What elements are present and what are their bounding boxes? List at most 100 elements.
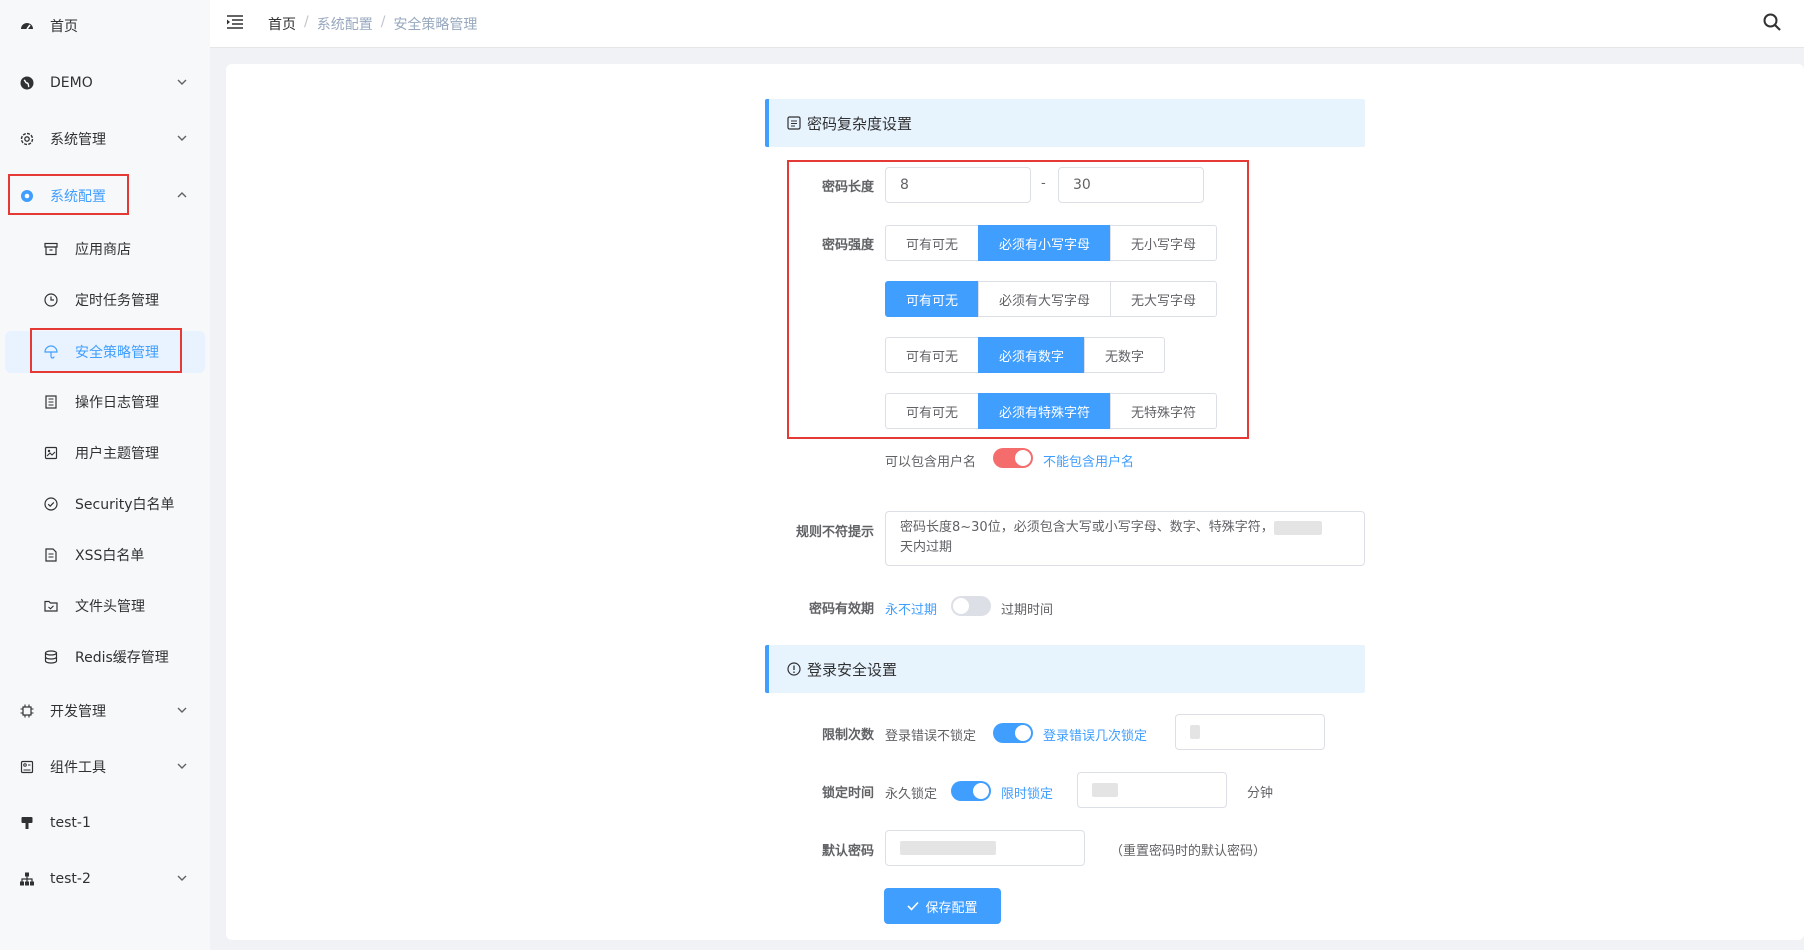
sidebar-item-components[interactable]: 组件工具 — [0, 747, 210, 787]
special-required[interactable]: 必须有特殊字符 — [978, 393, 1112, 429]
sidebar-item-xss-whitelist[interactable]: XSS白名单 — [0, 535, 210, 575]
chevron-down-icon — [177, 135, 187, 141]
limit-count-input[interactable] — [1175, 714, 1325, 750]
menu-fold-icon[interactable] — [226, 14, 244, 34]
sidebar-label: 应用商店 — [75, 242, 131, 258]
expire-label: 密码有效期 — [808, 602, 874, 617]
toggle-knob — [953, 598, 969, 614]
limit-on-label: 登录错误几次锁定 — [1043, 729, 1148, 744]
sidebar-label: 用户主题管理 — [75, 446, 159, 462]
archive-icon — [42, 240, 60, 258]
sidebar-label: Security白名单 — [75, 497, 175, 513]
search-icon[interactable] — [1762, 12, 1782, 36]
chevron-down-icon — [177, 763, 187, 769]
sidebar-label: 操作日志管理 — [75, 395, 159, 411]
default-password-note: （重置密码时的默认密码） — [1110, 844, 1267, 859]
breadcrumb-sys-config: 系统配置 — [316, 17, 373, 33]
lock-unit-label: 分钟 — [1247, 786, 1274, 801]
limit-off-label: 登录错误不锁定 — [885, 729, 977, 744]
sidebar-item-dev-manage[interactable]: 开发管理 — [0, 691, 210, 731]
lock-toggle[interactable] — [951, 781, 991, 801]
redacted-value — [900, 841, 996, 855]
redacted-value — [1190, 725, 1200, 739]
uppercase-radio-group: 可有可无 必须有大写字母 无大写字母 — [885, 281, 1218, 317]
lowercase-none[interactable]: 无小写字母 — [1110, 225, 1218, 261]
special-optional[interactable]: 可有可无 — [885, 393, 980, 429]
expire-time-label: 过期时间 — [1001, 603, 1054, 618]
expire-never-label: 永不过期 — [885, 603, 938, 618]
gear-outline-icon — [18, 130, 36, 148]
hint-textarea[interactable]: 密码长度8~30位，必须包含大写或小写字母、数字、特殊字符， 天内过期 — [885, 511, 1365, 566]
lowercase-optional[interactable]: 可有可无 — [885, 225, 980, 261]
breadcrumb-separator: / — [380, 14, 386, 30]
toggle-knob — [1015, 725, 1031, 741]
sidebar-item-file-header[interactable]: 文件头管理 — [0, 586, 210, 626]
save-config-button[interactable]: 保存配置 — [884, 888, 1001, 924]
globe-icon — [18, 74, 36, 92]
default-password-label: 默认密码 — [821, 844, 874, 859]
top-header: 首页 / 系统配置 / 安全策略管理 — [210, 0, 1804, 48]
sidebar-item-app-store[interactable]: 应用商店 — [0, 229, 210, 269]
login-section-header: 登录安全设置 — [765, 645, 1365, 693]
breadcrumb-home[interactable]: 首页 — [268, 14, 296, 34]
hint-text-line2: 天内过期 — [900, 540, 953, 555]
redacted-value — [1092, 783, 1118, 797]
lowercase-required[interactable]: 必须有小写字母 — [978, 225, 1112, 261]
brush-icon — [18, 814, 36, 832]
sidebar-item-cron[interactable]: 定时任务管理 — [0, 280, 210, 320]
chevron-down-icon — [177, 79, 187, 85]
sidebar-item-op-log[interactable]: 操作日志管理 — [0, 382, 210, 422]
special-none[interactable]: 无特殊字符 — [1110, 393, 1218, 429]
sidebar-item-home[interactable]: 首页 — [0, 6, 210, 46]
info-circle-icon — [787, 662, 801, 676]
range-dash: - — [1041, 176, 1046, 191]
sidebar-item-test-2[interactable]: test-2 — [0, 859, 210, 899]
digit-optional[interactable]: 可有可无 — [885, 337, 980, 373]
lowercase-radio-group: 可有可无 必须有小写字母 无小写字母 — [885, 225, 1218, 261]
toolbox-icon — [18, 758, 36, 776]
picture-icon — [42, 444, 60, 462]
default-password-input[interactable] — [885, 830, 1085, 866]
sidebar-item-sys-config[interactable]: 系统配置 — [0, 176, 210, 216]
sidebar-label: Redis缓存管理 — [75, 650, 169, 666]
limit-toggle[interactable] — [993, 723, 1033, 743]
check-icon — [907, 901, 920, 911]
password-section-header: 密码复杂度设置 — [765, 99, 1365, 147]
section-title: 登录安全设置 — [807, 660, 898, 679]
uppercase-optional[interactable]: 可有可无 — [885, 281, 980, 317]
uppercase-required[interactable]: 必须有大写字母 — [978, 281, 1112, 317]
clock-icon — [42, 291, 60, 309]
toggle-knob — [1015, 450, 1031, 466]
dashboard-icon — [18, 17, 36, 35]
sidebar-label: 系统管理 — [50, 132, 106, 148]
breadcrumb: 首页 / 系统配置 / 安全策略管理 — [268, 14, 477, 34]
sidebar-item-sys-manage[interactable]: 系统管理 — [0, 119, 210, 159]
expire-toggle[interactable] — [951, 596, 991, 616]
lock-time-input[interactable] — [1077, 772, 1227, 808]
password-length-min-input[interactable]: 8 — [885, 167, 1031, 203]
lock-permanent-label: 永久锁定 — [885, 787, 938, 802]
uppercase-none[interactable]: 无大写字母 — [1110, 281, 1218, 317]
sidebar-label: 首页 — [50, 19, 78, 35]
settings-card-icon — [787, 116, 801, 130]
check-circle-icon — [42, 495, 60, 513]
digit-none[interactable]: 无数字 — [1084, 337, 1166, 373]
digit-required[interactable]: 必须有数字 — [978, 337, 1086, 373]
sidebar-item-demo[interactable]: DEMO — [0, 63, 210, 103]
sitemap-icon — [18, 870, 36, 888]
save-config-label: 保存配置 — [925, 900, 978, 916]
folder-check-icon — [42, 597, 60, 615]
hint-text-line1: 密码长度8~30位，必须包含大写或小写字母、数字、特殊字符， — [900, 520, 1274, 535]
sidebar-label: 组件工具 — [50, 760, 106, 776]
password-length-max-input[interactable]: 30 — [1058, 167, 1204, 203]
breadcrumb-current: 安全策略管理 — [393, 17, 478, 33]
gear-icon — [18, 187, 36, 205]
sidebar-item-user-theme[interactable]: 用户主题管理 — [0, 433, 210, 473]
sidebar-item-security-whitelist[interactable]: Security白名单 — [0, 484, 210, 524]
sidebar-item-redis-cache[interactable]: Redis缓存管理 — [0, 637, 210, 677]
hint-label: 规则不符提示 — [795, 525, 874, 540]
sidebar-item-test-1[interactable]: test-1 — [0, 803, 210, 843]
sidebar-item-security-policy[interactable]: 安全策略管理 — [5, 331, 205, 373]
username-allowed-label: 可以包含用户名 — [885, 455, 977, 470]
username-toggle[interactable] — [993, 448, 1033, 468]
